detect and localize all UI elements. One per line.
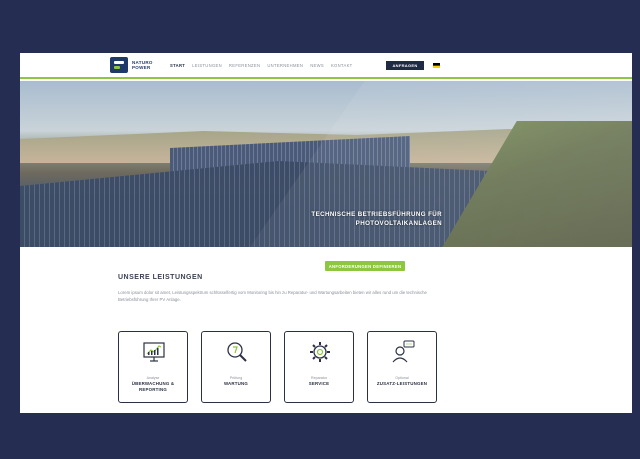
- service-card-label: ÜBERWACHUNG & REPORTING: [131, 381, 175, 392]
- service-card-label: WARTUNG: [223, 381, 249, 386]
- logo-text-line2: POWER: [132, 65, 151, 70]
- service-card-monitoring[interactable]: Analyse ÜBERWACHUNG & REPORTING: [118, 331, 188, 403]
- service-card-kicker: Optional: [395, 376, 409, 380]
- service-card-kicker: Analyse: [146, 376, 160, 380]
- service-card-service[interactable]: Reparatur SERVICE: [284, 331, 354, 403]
- nav-item-unternehmen[interactable]: UNTERNEHMEN: [267, 63, 303, 68]
- chart-monitor-icon: [143, 342, 165, 362]
- top-navigation-bar: NATURO POWER START LEISTUNGEN REFERENZEN…: [20, 53, 632, 79]
- flag-stripe-gold: [433, 66, 440, 69]
- hero-title: TECHNISCHE BETRIEBSFÜHRUNG FÜR PHOTOVOLT…: [282, 211, 442, 228]
- nav-item-news[interactable]: NEWS: [310, 63, 324, 68]
- main-nav: START LEISTUNGEN REFERENZEN UNTERNEHMEN …: [170, 63, 353, 68]
- service-card-zusatzleistungen[interactable]: Optional ZUSATZ-LEISTUNGEN: [367, 331, 437, 403]
- support-person-icon: [392, 340, 415, 363]
- service-card-kicker: Reparatur: [311, 376, 327, 380]
- hero-cta-button[interactable]: ANFORDERUNGEN DEFINIEREN: [325, 261, 405, 271]
- hero-title-line2: PHOTOVOLTAIKANLAGEN: [355, 219, 442, 227]
- magnifier-icon: [227, 342, 247, 362]
- website-page: NATURO POWER START LEISTUNGEN REFERENZEN…: [20, 53, 632, 413]
- service-cards: Analyse ÜBERWACHUNG & REPORTING Prüfung …: [118, 331, 437, 403]
- nav-item-start[interactable]: START: [170, 63, 185, 68]
- hero-title-line1: TECHNISCHE BETRIEBSFÜHRUNG FÜR: [311, 211, 442, 218]
- logo-mark-icon: [110, 57, 128, 73]
- logo[interactable]: NATURO POWER: [110, 57, 153, 73]
- service-card-kicker: Prüfung: [229, 376, 243, 380]
- services-title: UNSERE LEISTUNGEN: [118, 274, 203, 281]
- nav-item-leistungen[interactable]: LEISTUNGEN: [192, 63, 222, 68]
- service-card-label: ZUSATZ-LEISTUNGEN: [376, 381, 428, 386]
- services-text: Lorem ipsum dolor sit amet, Leistungsspe…: [118, 290, 427, 302]
- nav-item-kontakt[interactable]: KONTAKT: [331, 63, 353, 68]
- gear-icon: [310, 342, 330, 362]
- nav-item-referenzen[interactable]: REFERENZEN: [229, 63, 260, 68]
- language-flag-icon[interactable]: [433, 63, 440, 69]
- service-card-wartung[interactable]: Prüfung WARTUNG: [201, 331, 271, 403]
- service-card-label: SERVICE: [308, 381, 330, 386]
- request-button[interactable]: ANFRAGEN: [386, 61, 424, 70]
